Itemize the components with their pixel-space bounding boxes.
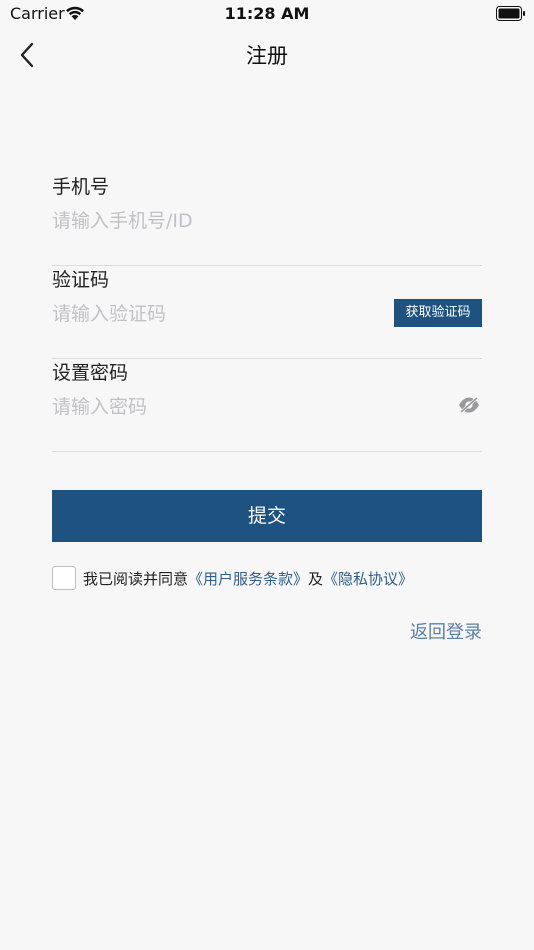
phone-label: 手机号	[52, 176, 110, 198]
code-field: 验证码 获取验证码	[52, 265, 482, 359]
privacy-link[interactable]: 《隐私协议》	[323, 570, 413, 588]
get-code-button[interactable]: 获取验证码	[394, 299, 482, 327]
agreement-text: 我已阅读并同意《用户服务条款》及《隐私协议》	[83, 568, 413, 589]
status-time: 11:28 AM	[224, 4, 310, 23]
password-label: 设置密码	[52, 362, 129, 384]
status-bar: Carrier 11:28 AM	[0, 0, 534, 28]
battery-icon	[496, 6, 525, 21]
terms-link[interactable]: 《用户服务条款》	[188, 570, 308, 588]
page-title: 注册	[246, 44, 288, 68]
code-label: 验证码	[52, 269, 110, 291]
agreement-prefix: 我已阅读并同意	[83, 570, 189, 588]
password-input[interactable]	[52, 392, 382, 422]
register-screen: Carrier 11:28 AM 注册 手机号 验证码 获取验证码 设置密码	[0, 0, 534, 950]
phone-input[interactable]	[52, 206, 382, 236]
phone-field: 手机号	[52, 172, 482, 266]
navigation-bar: 注册	[0, 28, 534, 82]
agreement-checkbox[interactable]	[52, 566, 76, 590]
back-to-login-link[interactable]: 返回登录	[410, 618, 482, 644]
eye-slash-icon[interactable]	[458, 396, 480, 414]
password-field: 设置密码	[52, 358, 482, 452]
agreement-conjunction: 及	[308, 570, 324, 588]
code-input[interactable]	[52, 299, 372, 329]
submit-button[interactable]: 提交	[52, 490, 482, 542]
